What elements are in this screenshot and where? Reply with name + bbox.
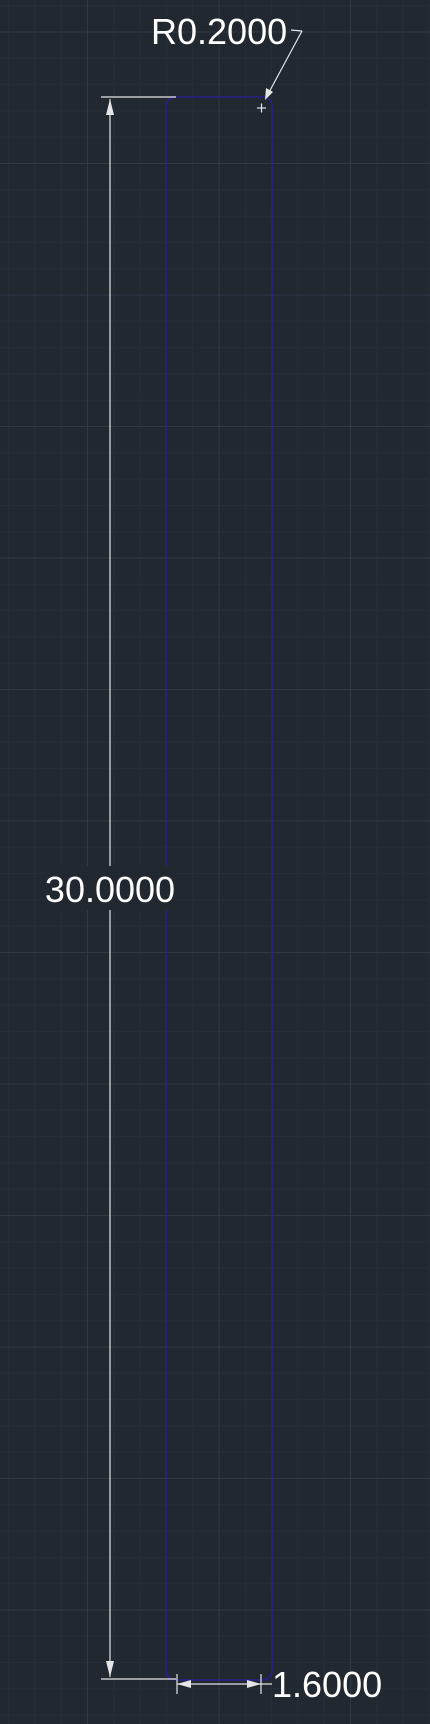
length-arrow-top-icon (106, 99, 114, 115)
fillet-bottom-right[interactable] (261, 1667, 273, 1681)
fillet-top-right[interactable] (261, 96, 273, 109)
radius-dimension-label[interactable]: R0.2000 (151, 11, 287, 52)
cad-drawing-canvas[interactable]: 30.0000 R0.2000 1.6000 (0, 0, 430, 1724)
width-arrow-right-icon (247, 1680, 261, 1688)
length-dimension-label[interactable]: 30.0000 (45, 869, 175, 910)
width-dimension[interactable]: 1.6000 (176, 1664, 382, 1705)
background-grid (0, 0, 430, 1724)
fillet-top-left[interactable] (165, 96, 177, 109)
length-arrow-bottom-icon (106, 1661, 114, 1677)
length-dimension[interactable]: 30.0000 (44, 96, 176, 1680)
width-dimension-label[interactable]: 1.6000 (272, 1664, 382, 1705)
fillet-bottom-left[interactable] (165, 1667, 177, 1681)
radius-leader-tail (290, 29, 303, 32)
width-arrow-left-icon (177, 1680, 191, 1688)
